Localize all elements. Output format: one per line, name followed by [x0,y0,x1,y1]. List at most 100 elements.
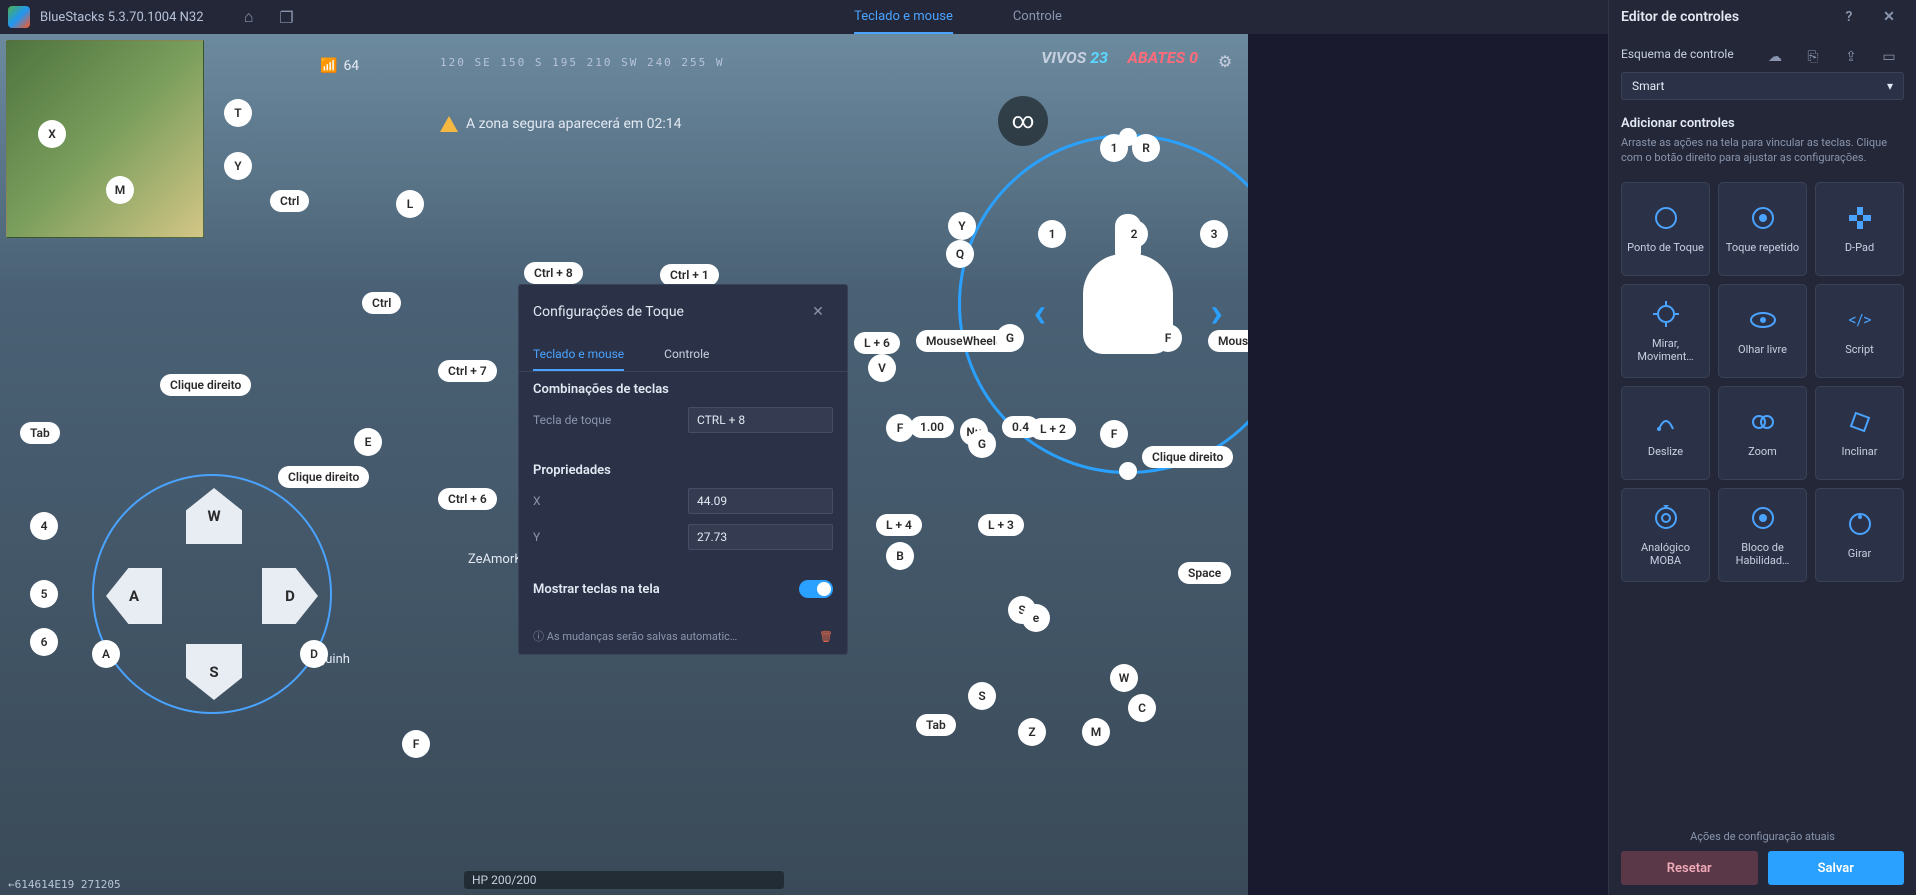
dpad-left[interactable]: A [106,568,162,624]
key-chip[interactable]: R [1132,134,1160,162]
delete-control-icon[interactable]: 🗑 [819,630,833,643]
scheme-dropdown[interactable]: Smart ▾ [1621,72,1904,100]
control-tile[interactable]: Bloco de Habilidad… [1718,488,1807,582]
y-input[interactable] [688,524,833,550]
key-chip[interactable]: 1.00 [910,416,954,438]
sidebar-close-icon[interactable]: ✕ [1874,2,1904,32]
key-chip[interactable]: G [996,324,1024,352]
key-chip[interactable]: D [300,640,328,668]
dialog-close-icon[interactable]: ✕ [803,297,833,327]
control-tile[interactable]: Olhar livre [1718,284,1807,378]
key-chip[interactable]: L [396,190,424,218]
tab-keyboard-mouse[interactable]: Teclado e mouse [854,1,953,34]
key-chip[interactable]: Ctrl + 8 [524,262,583,284]
key-chip[interactable]: L + 6 [854,332,900,354]
swipe-handle-bottom[interactable] [1119,462,1137,480]
key-chip[interactable]: F [402,730,430,758]
key-chip[interactable]: Ctrl + 1 [660,264,719,286]
key-chip[interactable]: 1 [1038,220,1066,248]
ping-value: 64 [343,58,359,74]
dialog-tab-control[interactable]: Controle [664,339,709,371]
key-chip[interactable]: Y [948,212,976,240]
key-chip[interactable]: X [38,120,66,148]
dpad-up[interactable]: W [186,488,242,544]
control-tile[interactable]: Inclinar [1815,386,1904,480]
key-chip[interactable]: L + 2 [1030,418,1076,440]
key-chip[interactable]: T [224,99,252,127]
key-chip[interactable]: Y [224,152,252,180]
key-chip[interactable]: Ctrl [270,190,309,212]
dpad-right[interactable]: D [262,568,318,624]
key-chip[interactable]: V [868,354,896,382]
minimap[interactable] [6,40,204,238]
key-chip[interactable]: Space [1178,562,1231,584]
alive-counter: VIVOS 23 [1041,48,1108,67]
key-chip[interactable]: 5 [30,580,58,608]
multi-instance-icon[interactable]: ❐ [272,2,302,32]
key-chip[interactable]: L + 3 [978,514,1024,536]
scheme-new-icon[interactable]: ⎘ [1798,42,1828,72]
game-viewport[interactable]: 📶 64 120 SE 150 S 195 210 SW 240 255 W V… [0,34,1248,895]
control-tile[interactable]: Ponto de Toque [1621,182,1710,276]
key-chip[interactable]: E [354,428,382,456]
control-tile[interactable]: Girar [1815,488,1904,582]
tab-control[interactable]: Controle [1013,1,1062,34]
key-chip[interactable]: F [1154,324,1182,352]
dialog-tab-keyboard[interactable]: Teclado e mouse [533,339,624,371]
dpad-down[interactable]: S [186,644,242,700]
save-button[interactable]: Salvar [1768,851,1905,885]
control-tile[interactable]: Deslize [1621,386,1710,480]
hud-settings-gear-icon[interactable]: ⚙ [1210,46,1240,76]
key-chip[interactable]: Tab [916,714,956,736]
key-chip[interactable]: Clique direito [1142,446,1233,468]
key-chip[interactable]: Tab [20,422,60,444]
key-chip[interactable]: Z [1018,718,1046,746]
key-chip[interactable]: Clique direito [160,374,251,396]
key-chip[interactable]: Clique direito [278,466,369,488]
key-chip[interactable]: F [1100,420,1128,448]
current-actions-hint: Ações de configuração atuais [1621,830,1904,843]
key-chip[interactable]: 4 [30,512,58,540]
show-keys-toggle[interactable] [799,580,833,598]
key-chip[interactable]: C [1128,694,1156,722]
scheme-import-icon[interactable]: ☁ [1760,42,1790,72]
control-tile[interactable]: Mirar, Moviment… [1621,284,1710,378]
control-tile[interactable]: Zoom [1718,386,1807,480]
scheme-browse-icon[interactable]: ▭ [1874,42,1904,72]
session-code: ←614614E19 271205 [8,878,121,891]
scheme-export-icon[interactable]: ⇪ [1836,42,1866,72]
control-tile[interactable]: Toque repetido [1718,182,1807,276]
key-chip[interactable]: B [886,542,914,570]
key-chip[interactable]: 6 [30,628,58,656]
control-tile[interactable]: </>Script [1815,284,1904,378]
control-tile[interactable]: D-Pad [1815,182,1904,276]
home-icon[interactable]: ⌂ [234,2,264,32]
key-chip[interactable]: 2 [1120,220,1148,248]
help-icon[interactable]: ? [1834,2,1864,32]
control-tile[interactable]: Analógico MOBA [1621,488,1710,582]
key-chip[interactable]: Ctrl [362,292,401,314]
control-tile-label: Zoom [1748,445,1777,458]
key-chip[interactable]: G [968,430,996,458]
key-chip[interactable]: MouseWheelDown [1208,330,1248,352]
key-chip[interactable]: M [1082,718,1110,746]
key-chip[interactable]: e [1022,604,1050,632]
add-controls-desc: Arraste as ações na tela para vincular a… [1621,135,1904,166]
key-chip[interactable]: L + 4 [876,514,922,536]
key-chip[interactable]: S [968,682,996,710]
x-input[interactable] [688,488,833,514]
key-chip[interactable]: M [106,176,134,204]
dialog-title: Configurações de Toque [533,304,684,320]
x-label: X [533,494,541,508]
key-chip[interactable]: A [92,640,120,668]
touch-key-input[interactable] [688,407,833,433]
key-chip[interactable]: 3 [1200,220,1228,248]
key-chip[interactable]: Ctrl + 7 [438,360,497,382]
reset-button[interactable]: Resetar [1621,851,1758,885]
key-chip[interactable]: Q [946,240,974,268]
key-chip[interactable]: 1 [1100,134,1128,162]
key-chip[interactable]: Ctrl + 6 [438,488,497,510]
infinity-slot-icon[interactable]: ∞ [998,96,1048,146]
key-chip[interactable]: W [1110,664,1138,692]
dpad-control[interactable]: W S A D [92,474,332,714]
